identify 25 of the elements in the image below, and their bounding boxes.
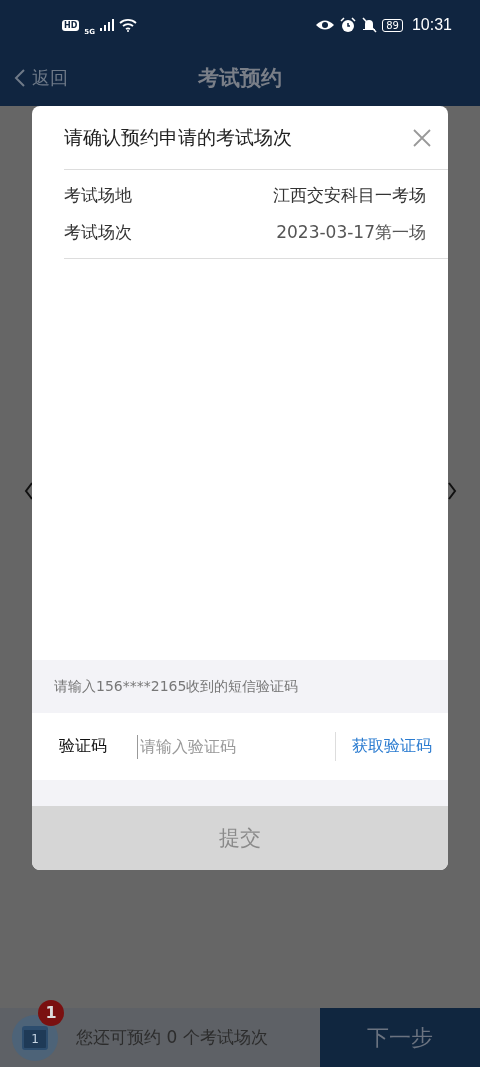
dialog-title: 请确认预约申请的考试场次 (64, 124, 292, 150)
back-button[interactable]: 返回 (0, 66, 68, 90)
next-step-button[interactable]: 下一步 (320, 1008, 480, 1067)
eye-icon (315, 19, 336, 31)
back-chevron-icon (14, 68, 26, 88)
sms-hint-text: 请输入156****2165收到的短信验证码 (32, 660, 448, 713)
detail-label: 考试场地 (64, 184, 132, 207)
count-badge: 1 (38, 1000, 64, 1026)
detail-value: 江西交安科目一考场 (273, 184, 426, 207)
battery-indicator: 89 (382, 18, 403, 32)
signal-icon (99, 19, 114, 31)
code-label: 验证码 (59, 736, 108, 757)
alarm-icon (340, 17, 357, 33)
hd-indicator: HD (62, 19, 80, 31)
remaining-text: 您还可预约 0 个考试场次 (76, 1026, 268, 1049)
status-time: 10:31 (411, 16, 452, 34)
detail-value: 2023-03-17第一场 (276, 221, 426, 244)
close-icon[interactable] (412, 127, 432, 148)
page-title: 考试预约 (198, 65, 282, 92)
wifi-icon (118, 18, 137, 32)
previous-chevron-icon[interactable] (24, 482, 34, 500)
next-chevron-icon[interactable] (447, 482, 457, 500)
mute-bell-icon (361, 17, 378, 33)
get-code-link[interactable]: 获取验证码 (335, 732, 432, 761)
detail-label: 考试场次 (64, 221, 132, 244)
